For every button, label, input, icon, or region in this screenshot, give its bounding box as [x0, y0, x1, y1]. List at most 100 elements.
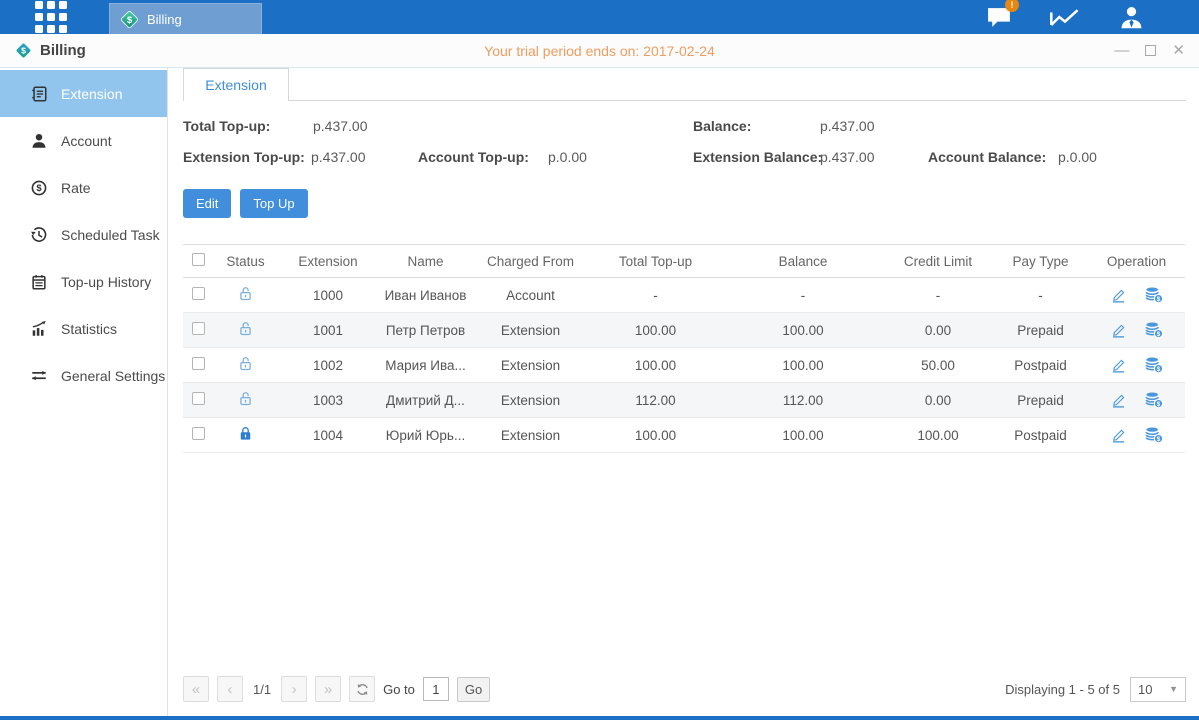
- col-operation: Operation: [1088, 245, 1185, 278]
- lock-closed-icon: [237, 425, 254, 442]
- sidebar: Extension Account $ Rate Scheduled Task: [0, 68, 168, 716]
- svg-text:$: $: [127, 15, 133, 26]
- table-row: 1003 Дмитрий Д... Extension 112.00 112.0…: [183, 383, 1185, 418]
- svg-text:$: $: [36, 183, 42, 194]
- col-pay-type: Pay Type: [993, 245, 1088, 278]
- top-up-coins-icon[interactable]: $: [1144, 391, 1164, 409]
- cell-pay-type: -: [993, 278, 1088, 313]
- maximize-icon[interactable]: [1145, 45, 1156, 56]
- lock-open-icon: [237, 390, 254, 407]
- cell-pay-type: Prepaid: [993, 383, 1088, 418]
- row-checkbox[interactable]: [192, 357, 205, 370]
- window-title-bar: $ Billing Your trial period ends on: 201…: [0, 34, 1199, 68]
- balance-label: Balance:: [693, 118, 751, 134]
- cell-total-topup: 100.00: [588, 348, 723, 383]
- sidebar-item-account[interactable]: Account: [0, 117, 167, 164]
- goto-page-input[interactable]: [423, 677, 449, 701]
- top-bar: $ Billing !: [0, 0, 1199, 34]
- sidebar-item-label: Top-up History: [61, 274, 151, 290]
- top-up-coins-icon[interactable]: $: [1144, 356, 1164, 374]
- account-topup-value: p.0.00: [548, 149, 587, 165]
- app-launcher-icon[interactable]: [35, 1, 67, 33]
- select-all-checkbox[interactable]: [192, 253, 205, 266]
- cell-name: Юрий Юрь...: [378, 418, 473, 453]
- sidebar-item-rate[interactable]: $ Rate: [0, 164, 167, 211]
- last-page-button[interactable]: »: [315, 676, 341, 702]
- lock-open-icon: [237, 320, 254, 337]
- sidebar-item-scheduled-task[interactable]: Scheduled Task: [0, 211, 167, 258]
- tab-strip: Extension: [183, 68, 1186, 101]
- billing-app-tab[interactable]: $ Billing: [109, 3, 262, 34]
- dollar-circle-icon: $: [30, 179, 48, 197]
- sidebar-item-general-settings[interactable]: General Settings: [0, 352, 167, 399]
- close-icon[interactable]: ✕: [1172, 43, 1185, 58]
- statistics-top-button[interactable]: [1049, 4, 1081, 30]
- svg-text:$: $: [21, 46, 26, 56]
- cell-balance: 100.00: [723, 418, 883, 453]
- cell-balance: 100.00: [723, 313, 883, 348]
- account-balance-label: Account Balance:: [928, 149, 1046, 165]
- billing-summary: Total Top-up: p.437.00 Balance: p.437.00…: [183, 113, 1186, 175]
- edit-pencil-icon[interactable]: [1110, 322, 1127, 339]
- sidebar-item-topup-history[interactable]: Top-up History: [0, 258, 167, 305]
- edit-pencil-icon[interactable]: [1110, 287, 1127, 304]
- cell-credit-limit: -: [883, 278, 993, 313]
- sidebar-item-label: General Settings: [61, 368, 165, 384]
- total-topup-value: p.437.00: [313, 118, 368, 134]
- cell-credit-limit: 0.00: [883, 313, 993, 348]
- notifications-button[interactable]: !: [983, 4, 1015, 30]
- svg-text:$: $: [1156, 436, 1160, 443]
- desktop-edge: [0, 716, 1199, 720]
- edit-button[interactable]: Edit: [183, 189, 231, 218]
- next-page-button[interactable]: ›: [281, 676, 307, 702]
- cell-credit-limit: 0.00: [883, 383, 993, 418]
- top-up-coins-icon[interactable]: $: [1144, 321, 1164, 339]
- minimize-icon[interactable]: —: [1114, 43, 1129, 58]
- main-content: Extension Total Top-up: p.437.00 Balance…: [168, 68, 1199, 716]
- cell-charged-from: Extension: [473, 313, 588, 348]
- refresh-button[interactable]: [349, 676, 375, 702]
- page-size-select[interactable]: 10 ▼: [1130, 677, 1186, 702]
- extensions-table: Status Extension Name Charged From Total…: [183, 244, 1185, 453]
- extension-balance-label: Extension Balance:: [693, 149, 822, 165]
- cell-extension: 1003: [278, 383, 378, 418]
- cell-balance: 112.00: [723, 383, 883, 418]
- cell-balance: -: [723, 278, 883, 313]
- history-clock-icon: [30, 226, 48, 244]
- sidebar-item-label: Rate: [61, 180, 91, 196]
- col-charged-from: Charged From: [473, 245, 588, 278]
- edit-pencil-icon[interactable]: [1110, 392, 1127, 409]
- bar-chart-icon: [30, 320, 48, 338]
- row-checkbox[interactable]: [192, 392, 205, 405]
- go-button[interactable]: Go: [457, 677, 490, 702]
- svg-text:$: $: [1156, 331, 1160, 338]
- edit-pencil-icon[interactable]: [1110, 357, 1127, 374]
- refresh-icon: [356, 683, 369, 696]
- sidebar-item-extension[interactable]: Extension: [0, 70, 167, 117]
- cell-extension: 1004: [278, 418, 378, 453]
- person-icon: [30, 132, 48, 150]
- cell-extension: 1002: [278, 348, 378, 383]
- top-up-coins-icon[interactable]: $: [1144, 286, 1164, 304]
- tab-extension[interactable]: Extension: [183, 68, 289, 101]
- cell-balance: 100.00: [723, 348, 883, 383]
- sidebar-item-statistics[interactable]: Statistics: [0, 305, 167, 352]
- extension-balance-value: p.437.00: [820, 149, 875, 165]
- notification-badge: !: [1005, 0, 1019, 12]
- billing-app-tab-label: Billing: [147, 12, 182, 27]
- prev-page-button[interactable]: ‹: [217, 676, 243, 702]
- first-page-button[interactable]: «: [183, 676, 209, 702]
- user-account-button[interactable]: [1115, 4, 1147, 30]
- col-total-topup: Total Top-up: [588, 245, 723, 278]
- cell-pay-type: Postpaid: [993, 348, 1088, 383]
- table-header-row: Status Extension Name Charged From Total…: [183, 245, 1185, 278]
- sliders-icon: [30, 367, 48, 385]
- top-up-button[interactable]: Top Up: [240, 189, 307, 218]
- cell-total-topup: 100.00: [588, 313, 723, 348]
- row-checkbox[interactable]: [192, 287, 205, 300]
- top-up-coins-icon[interactable]: $: [1144, 426, 1164, 444]
- row-checkbox[interactable]: [192, 322, 205, 335]
- col-status: Status: [213, 245, 278, 278]
- edit-pencil-icon[interactable]: [1110, 427, 1127, 444]
- row-checkbox[interactable]: [192, 427, 205, 440]
